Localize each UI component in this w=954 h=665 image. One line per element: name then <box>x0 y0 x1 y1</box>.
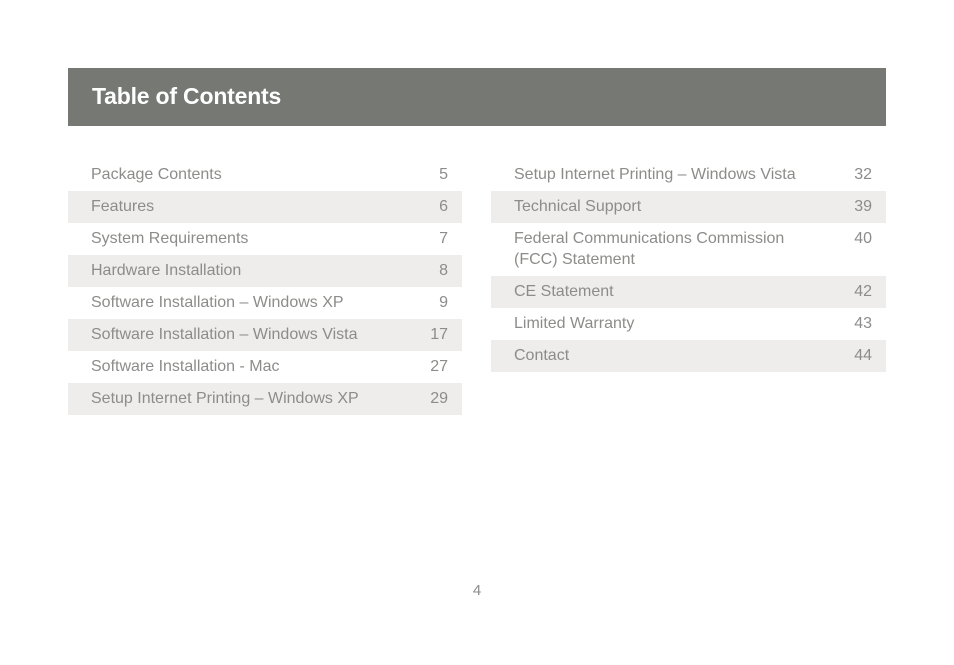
toc-entry-page: 5 <box>439 166 448 183</box>
toc-entry-page: 39 <box>854 198 872 215</box>
toc-entry-page: 44 <box>854 347 872 364</box>
toc-entry-page: 17 <box>430 326 448 343</box>
toc-entry[interactable]: Package Contents 5 <box>68 159 462 191</box>
toc-entry-title: Package Contents <box>91 166 222 183</box>
toc-entry-page: 43 <box>854 315 872 332</box>
toc-entry-page: 6 <box>439 198 448 215</box>
toc-entry-title: Software Installation - Mac <box>91 358 280 375</box>
toc-entry[interactable]: Limited Warranty 43 <box>491 308 886 340</box>
toc-entry[interactable]: Software Installation - Mac 27 <box>68 351 462 383</box>
toc-entry[interactable]: System Requirements 7 <box>68 223 462 255</box>
toc-entry[interactable]: Federal Communications Commission (FCC) … <box>491 223 886 276</box>
toc-entry-title: Setup Internet Printing – Windows Vista <box>514 166 796 183</box>
toc-entry[interactable]: Setup Internet Printing – Windows XP 29 <box>68 383 462 415</box>
toc-entry-title: System Requirements <box>91 230 249 247</box>
toc-entry-title: CE Statement <box>514 283 614 300</box>
toc-entry-title: Software Installation – Windows Vista <box>91 326 358 343</box>
toc-entry-title: Contact <box>514 347 570 364</box>
toc-entry-title: Setup Internet Printing – Windows XP <box>91 390 359 407</box>
toc-entry[interactable]: Hardware Installation 8 <box>68 255 462 287</box>
toc-entry-page: 29 <box>430 390 448 407</box>
toc-entry[interactable]: Setup Internet Printing – Windows Vista 3… <box>491 159 886 191</box>
toc-entry-page: 40 <box>854 230 872 247</box>
toc-entry[interactable]: CE Statement 42 <box>491 276 886 308</box>
toc-left-column: Package Contents 5 Features 6 System Requi… <box>68 159 462 415</box>
page-title: Table of Contents <box>92 83 282 109</box>
toc-entry[interactable]: Software Installation – Windows Vista 17 <box>68 319 462 351</box>
toc-entry-page: 9 <box>439 294 448 311</box>
toc-header: Table of Contents <box>68 68 886 126</box>
toc-entry-title: Features <box>91 198 155 215</box>
toc-entry-page: 7 <box>439 230 448 247</box>
toc-entry[interactable]: Technical Support 39 <box>491 191 886 223</box>
toc-entry-page: 27 <box>430 358 448 375</box>
toc-entry[interactable]: Software Installation – Windows XP 9 <box>68 287 462 319</box>
toc-entry-title: Federal Communications Commission (FCC) … <box>514 230 785 268</box>
toc-entry[interactable]: Features 6 <box>68 191 462 223</box>
toc-entry-title: Technical Support <box>514 198 642 215</box>
toc-entry-title: Hardware Installation <box>91 262 242 279</box>
toc-entry-page: 8 <box>439 262 448 279</box>
toc-entry[interactable]: Contact 44 <box>491 340 886 372</box>
toc-entry-title: Software Installation – Windows XP <box>91 294 344 311</box>
toc-right-column: Setup Internet Printing – Windows Vista 3… <box>491 159 886 372</box>
toc-entry-title: Limited Warranty <box>514 315 635 332</box>
toc-entry-page: 32 <box>854 166 872 183</box>
page-number: 4 <box>472 582 482 599</box>
toc-entry-page: 42 <box>854 283 872 300</box>
